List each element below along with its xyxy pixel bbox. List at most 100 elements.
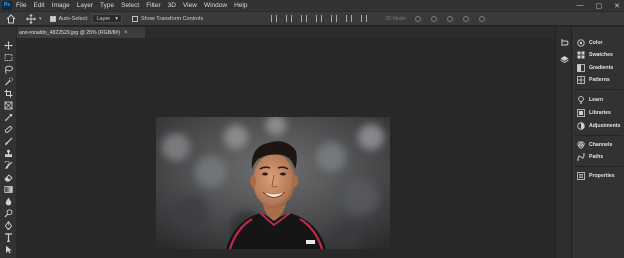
document-tab[interactable]: ano-ronaldo_4822529.jpg @ 25% (RGB/8#) ×: [17, 27, 145, 38]
properties-icon: [577, 172, 585, 180]
chevron-down-icon[interactable]: ▾: [39, 16, 42, 22]
panel-tab-properties[interactable]: Properties: [572, 170, 624, 182]
spot-healing-tool-icon[interactable]: [4, 125, 13, 134]
panel-label-learn: Learn: [589, 97, 604, 103]
menu-view[interactable]: View: [183, 2, 197, 9]
panel-label-libraries: Libraries: [589, 110, 611, 116]
align-vertical-center-icon[interactable]: [286, 15, 293, 22]
panel-label-color: Color: [589, 40, 603, 46]
eyedropper-tool-icon[interactable]: [4, 113, 13, 122]
align-bottom-icon[interactable]: [301, 15, 308, 22]
minimize-button[interactable]: —: [577, 2, 584, 9]
maximize-button[interactable]: ▢: [596, 2, 603, 10]
menu-select[interactable]: Select: [121, 2, 139, 9]
home-icon[interactable]: [6, 13, 16, 24]
auto-select-target-value: Layer: [96, 15, 111, 22]
path-selection-tool-icon[interactable]: [4, 245, 13, 254]
libraries-icon: [577, 109, 585, 117]
menu-file[interactable]: File: [16, 2, 26, 9]
roll-3d-icon[interactable]: [430, 15, 437, 22]
panel-label-channels: Channels: [589, 142, 613, 148]
panel-tab-gradients[interactable]: Gradients: [572, 62, 624, 74]
menu-3d[interactable]: 3D: [168, 2, 176, 9]
panel-tab-paths[interactable]: Paths: [572, 151, 624, 163]
document-tab-bar: ano-ronaldo_4822529.jpg @ 25% (RGB/8#) ×: [17, 27, 555, 38]
pan-3d-icon[interactable]: [446, 15, 453, 22]
slide-3d-icon[interactable]: [462, 15, 469, 22]
menu-bar: Ps File Edit Image Layer Type Select Fil…: [0, 0, 624, 11]
canvas-workspace[interactable]: [17, 38, 555, 258]
panel-divider: [574, 89, 622, 90]
menu-window[interactable]: Window: [204, 2, 227, 9]
align-horizontal-center-icon[interactable]: [331, 15, 338, 22]
marquee-tool-icon[interactable]: [4, 53, 13, 62]
lightbulb-icon: [578, 96, 584, 104]
clone-stamp-tool-icon[interactable]: [4, 149, 13, 158]
channels-icon: [577, 141, 585, 149]
panel-tab-adjustments[interactable]: Adjustments: [572, 120, 624, 132]
orbit-3d-icon[interactable]: [414, 15, 421, 22]
quick-select-tool-icon[interactable]: [4, 77, 13, 86]
more-options-icon[interactable]: [361, 15, 368, 22]
panel-divider: [574, 135, 622, 136]
type-tool-icon[interactable]: [4, 233, 13, 242]
tools-panel: [0, 27, 17, 258]
panel-label-gradients: Gradients: [589, 65, 614, 71]
panel-label-swatches: Swatches: [589, 52, 613, 58]
menu-image[interactable]: Image: [52, 2, 70, 9]
portrait-photo-image: [156, 117, 390, 249]
panel-tab-color[interactable]: Color: [572, 37, 624, 49]
pen-tool-icon[interactable]: [4, 221, 13, 230]
panels-dock: Color Swatches Gradients Patterns Learn …: [572, 27, 624, 258]
panel-tab-channels[interactable]: Channels: [572, 139, 624, 151]
panel-divider: [574, 166, 622, 167]
menu-edit[interactable]: Edit: [33, 2, 44, 9]
menu-filter[interactable]: Filter: [146, 2, 160, 9]
menu-help[interactable]: Help: [234, 2, 247, 9]
align-buttons: [271, 15, 368, 22]
close-window-button[interactable]: ✕: [614, 2, 620, 10]
panel-label-paths: Paths: [589, 154, 604, 160]
show-transform-controls-checkbox[interactable]: [132, 15, 139, 22]
close-document-icon[interactable]: ×: [124, 30, 128, 36]
color-wheel-icon: [577, 39, 585, 47]
scale-3d-icon[interactable]: [478, 15, 485, 22]
layers-panel-icon[interactable]: [560, 55, 569, 64]
history-panel-icon[interactable]: [560, 38, 569, 47]
align-top-icon[interactable]: [271, 15, 278, 22]
panel-label-properties: Properties: [589, 173, 615, 179]
align-right-icon[interactable]: [346, 15, 353, 22]
auto-select-checkbox[interactable]: [49, 15, 56, 22]
chevron-down-icon: ▾: [115, 15, 119, 22]
panel-tab-learn[interactable]: Learn: [572, 94, 624, 106]
crop-tool-icon[interactable]: [4, 89, 13, 98]
menu-type[interactable]: Type: [100, 2, 114, 9]
panel-tab-swatches[interactable]: Swatches: [572, 49, 624, 61]
3d-mode-label: 3D Mode:: [385, 15, 407, 22]
gradient-tool-icon[interactable]: [4, 185, 13, 194]
document-canvas-image[interactable]: [156, 117, 390, 249]
history-brush-tool-icon[interactable]: [4, 161, 13, 170]
auto-select-label: Auto-Select:: [58, 15, 89, 22]
move-tool-preset-icon[interactable]: [26, 13, 36, 24]
show-transform-controls-label: Show Transform Controls: [141, 15, 204, 22]
collapsed-panel-strip: [555, 27, 572, 258]
eraser-tool-icon[interactable]: [4, 173, 13, 182]
align-left-icon[interactable]: [316, 15, 323, 22]
panel-tab-patterns[interactable]: Patterns: [572, 74, 624, 86]
move-tool-icon[interactable]: [4, 41, 13, 50]
auto-select-target-dropdown[interactable]: Layer ▾: [92, 14, 123, 23]
panel-label-adjustments: Adjustments: [589, 123, 621, 129]
3d-mode-buttons: [414, 15, 485, 22]
lasso-tool-icon[interactable]: [4, 65, 13, 74]
patterns-icon: [577, 76, 585, 84]
window-controls: — ▢ ✕: [577, 0, 621, 11]
document-tab-label: ano-ronaldo_4822529.jpg @ 25% (RGB/8#): [19, 29, 121, 36]
frame-tool-icon[interactable]: [4, 101, 13, 110]
dodge-tool-icon[interactable]: [4, 209, 13, 218]
blur-tool-icon[interactable]: [4, 197, 13, 206]
menu-layer[interactable]: Layer: [77, 2, 93, 9]
options-bar: ▾ Auto-Select: Layer ▾ Show Transform Co…: [0, 11, 624, 26]
panel-tab-libraries[interactable]: Libraries: [572, 107, 624, 119]
brush-tool-icon[interactable]: [4, 137, 13, 146]
